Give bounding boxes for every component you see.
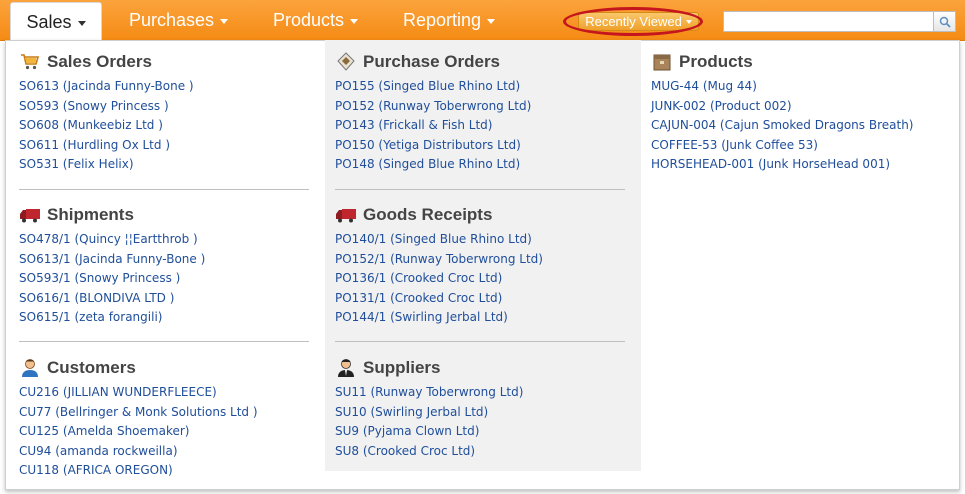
tab-reporting[interactable]: Reporting xyxy=(403,0,496,40)
chevron-down-icon xyxy=(220,18,229,24)
divider xyxy=(19,341,309,342)
section-title: Purchase Orders xyxy=(363,52,501,71)
purchase-orders-section: Purchase Orders PO155 (Singed Blue Rhino… xyxy=(335,51,531,175)
chevron-down-icon xyxy=(350,18,359,24)
tab-sales-label: Sales xyxy=(26,12,72,32)
list-item[interactable]: SO593/1 (Snowy Princess ) xyxy=(19,269,205,289)
list-item[interactable]: CU118 (AFRICA OREGON) xyxy=(19,461,258,481)
divider xyxy=(19,189,309,190)
list-item[interactable]: SO615/1 (zeta forangili) xyxy=(19,308,205,328)
list-item[interactable]: SO608 (Munkeebiz Ltd ) xyxy=(19,116,194,136)
tab-reporting-label: Reporting xyxy=(403,9,482,30)
truck-icon xyxy=(19,205,41,225)
section-title: Products xyxy=(679,52,753,71)
list-item[interactable]: CU216 (JILLIAN WUNDERFLEECE) xyxy=(19,383,258,403)
magnifier-icon xyxy=(939,16,951,28)
list-item[interactable]: SO616/1 (BLONDIVA LTD ) xyxy=(19,289,205,309)
list-item[interactable]: PO131/1 (Crooked Croc Ltd) xyxy=(335,289,543,309)
list-item[interactable]: JUNK-002 (Product 002) xyxy=(651,97,913,117)
tab-products[interactable]: Products xyxy=(273,0,359,40)
tag-icon xyxy=(335,52,357,72)
list-item[interactable]: CAJUN-004 (Cajun Smoked Dragons Breath) xyxy=(651,116,913,136)
section-title: Suppliers xyxy=(363,358,441,377)
list-item[interactable]: MUG-44 (Mug 44) xyxy=(651,77,913,97)
divider xyxy=(335,341,625,342)
search-input[interactable] xyxy=(723,11,933,32)
chevron-down-icon xyxy=(77,21,86,26)
suppliers-section: Suppliers SU11 (Runway Toberwrong Ltd) S… xyxy=(335,357,523,461)
list-item[interactable]: PO155 (Singed Blue Rhino Ltd) xyxy=(335,77,531,97)
list-item[interactable]: SO593 (Snowy Princess ) xyxy=(19,97,194,117)
list-item[interactable]: SO613/1 (Jacinda Funny-Bone ) xyxy=(19,250,205,270)
list-item[interactable]: SO613 (Jacinda Funny-Bone ) xyxy=(19,77,194,97)
list-item[interactable]: CU77 (Bellringer & Monk Solutions Ltd ) xyxy=(19,403,258,423)
person-suit-icon xyxy=(335,358,357,378)
tab-purchases[interactable]: Purchases xyxy=(129,0,229,40)
section-title: Customers xyxy=(47,358,136,377)
customers-section: Customers CU216 (JILLIAN WUNDERFLEECE) C… xyxy=(19,357,258,481)
list-item[interactable]: PO136/1 (Crooked Croc Ltd) xyxy=(335,269,543,289)
sales-orders-section: Sales Orders SO613 (Jacinda Funny-Bone )… xyxy=(19,51,194,175)
section-title: Sales Orders xyxy=(47,52,152,71)
section-title: Shipments xyxy=(47,205,134,224)
list-item[interactable]: CU94 (amanda rockweilla) xyxy=(19,442,258,462)
search-button[interactable] xyxy=(933,11,956,32)
list-item[interactable]: COFFEE-53 (Junk Coffee 53) xyxy=(651,136,913,156)
goods-receipts-section: Goods Receipts PO140/1 (Singed Blue Rhin… xyxy=(335,204,543,328)
chevron-down-icon xyxy=(487,18,496,24)
list-item[interactable]: SU10 (Swirling Jerbal Ltd) xyxy=(335,403,523,423)
list-item[interactable]: SO531 (Felix Helix) xyxy=(19,155,194,175)
tab-sales[interactable]: Sales xyxy=(10,2,102,42)
list-item[interactable]: SO611 (Hurdling Ox Ltd ) xyxy=(19,136,194,156)
list-item[interactable]: PO144/1 (Swirling Jerbal Ltd) xyxy=(335,308,543,328)
products-section: Products MUG-44 (Mug 44) JUNK-002 (Produ… xyxy=(651,51,913,175)
list-item[interactable]: PO148 (Singed Blue Rhino Ltd) xyxy=(335,155,531,175)
list-item[interactable]: PO143 (Frickall & Fish Ltd) xyxy=(335,116,531,136)
list-item[interactable]: SO478/1 (Quincy ¦¦Eartthrob ) xyxy=(19,230,205,250)
list-item[interactable]: SU11 (Runway Toberwrong Ltd) xyxy=(335,383,523,403)
tab-products-label: Products xyxy=(273,9,345,30)
box-icon xyxy=(651,52,673,72)
list-item[interactable]: HORSEHEAD-001 (Junk HorseHead 001) xyxy=(651,155,913,175)
section-title: Goods Receipts xyxy=(363,205,493,224)
list-item[interactable]: PO150 (Yetiga Distributors Ltd) xyxy=(335,136,531,156)
list-item[interactable]: PO140/1 (Singed Blue Rhino Ltd) xyxy=(335,230,543,250)
divider xyxy=(335,189,625,190)
list-item[interactable]: SU8 (Crooked Croc Ltd) xyxy=(335,442,523,462)
shipments-section: Shipments SO478/1 (Quincy ¦¦Eartthrob ) … xyxy=(19,204,205,328)
list-item[interactable]: PO152/1 (Runway Toberwrong Ltd) xyxy=(335,250,543,270)
highlight-ring xyxy=(563,7,703,36)
truck-icon xyxy=(335,205,357,225)
list-item[interactable]: PO152 (Runway Toberwrong Ltd) xyxy=(335,97,531,117)
list-item[interactable]: CU125 (Amelda Shoemaker) xyxy=(19,422,258,442)
tab-purchases-label: Purchases xyxy=(129,9,215,30)
person-icon xyxy=(19,358,41,378)
list-item[interactable]: SU9 (Pyjama Clown Ltd) xyxy=(335,422,523,442)
shopping-cart-icon xyxy=(19,52,41,72)
